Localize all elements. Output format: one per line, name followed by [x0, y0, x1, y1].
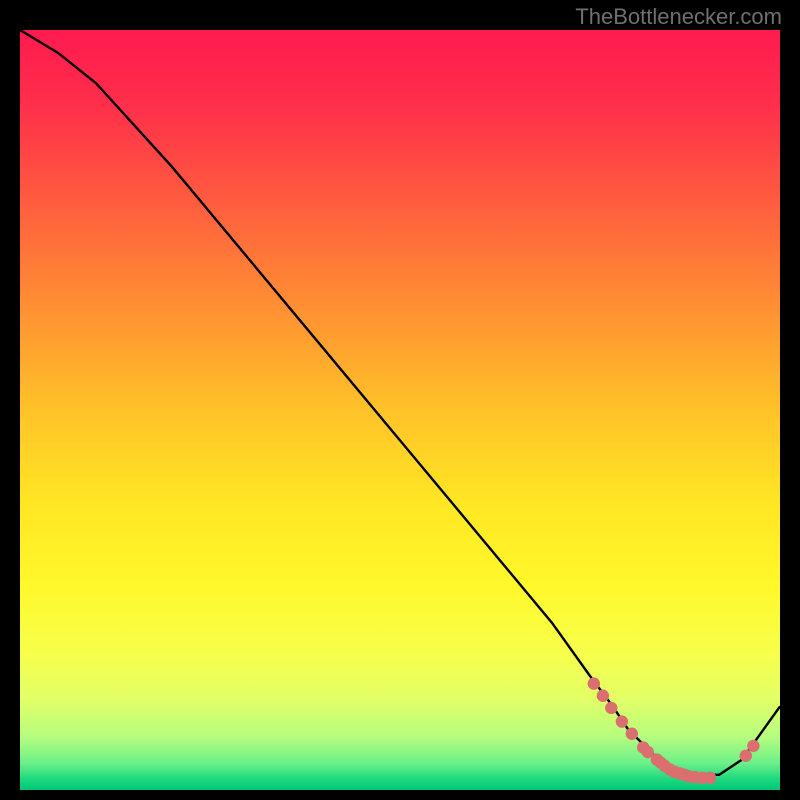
- data-point-marker: [588, 677, 600, 689]
- bottleneck-chart: [20, 30, 780, 790]
- gradient-background: [20, 30, 780, 790]
- data-point-marker: [747, 740, 759, 752]
- data-point-marker: [597, 690, 609, 702]
- data-point-marker: [605, 702, 617, 714]
- data-point-marker: [740, 750, 752, 762]
- chart-stage: TheBottlenecker.com: [0, 0, 800, 800]
- data-point-marker: [616, 715, 628, 727]
- watermark-text: TheBottlenecker.com: [575, 4, 782, 30]
- data-point-marker: [626, 728, 638, 740]
- plot-area: [20, 30, 780, 790]
- data-point-marker: [704, 772, 716, 784]
